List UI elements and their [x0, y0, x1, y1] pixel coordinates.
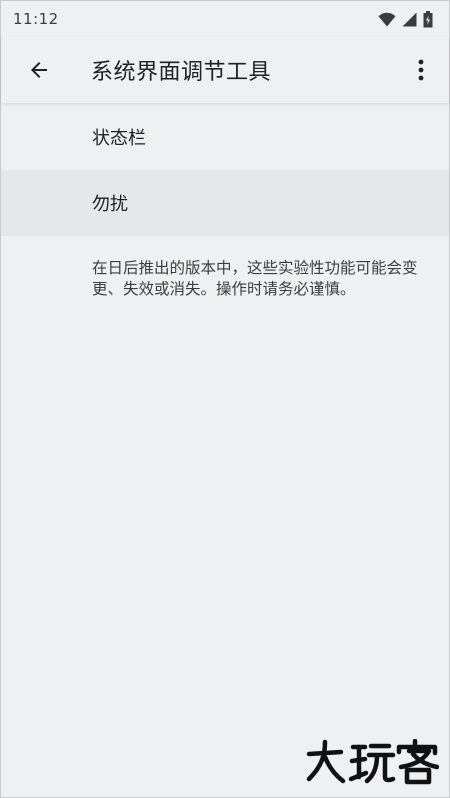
- list-item-label: 状态栏: [92, 128, 146, 149]
- settings-list: 状态栏 勿扰 在日后推出的版本中，这些实验性功能可能会变更、失效或消失。操作时请…: [1, 104, 449, 300]
- overflow-menu-button[interactable]: [397, 42, 445, 98]
- list-item-label: 勿扰: [92, 194, 128, 215]
- wifi-icon: [378, 12, 396, 26]
- screen: 11:12 系统界面调节工具 状态栏 勿扰 在日后推出的版本中，这些实验性功能可…: [0, 0, 450, 798]
- list-item-status-bar[interactable]: 状态栏: [1, 104, 449, 170]
- status-bar: 11:12: [1, 1, 449, 37]
- watermark-logo: [303, 738, 440, 789]
- experimental-warning-text: 在日后推出的版本中，这些实验性功能可能会变更、失效或消失。操作时请务必谨慎。: [92, 259, 418, 298]
- battery-icon: [423, 10, 433, 27]
- status-icons: [378, 10, 433, 28]
- app-bar: 系统界面调节工具: [1, 37, 449, 103]
- list-item-do-not-disturb[interactable]: 勿扰: [1, 170, 449, 236]
- arrow-back-icon: [31, 62, 47, 78]
- back-button[interactable]: [11, 42, 67, 98]
- watermark-svg: [306, 738, 440, 785]
- more-vert-icon: [418, 59, 424, 81]
- signal-icon: [402, 12, 417, 26]
- status-time: 11:12: [13, 10, 59, 28]
- page-title: 系统界面调节工具: [91, 60, 272, 85]
